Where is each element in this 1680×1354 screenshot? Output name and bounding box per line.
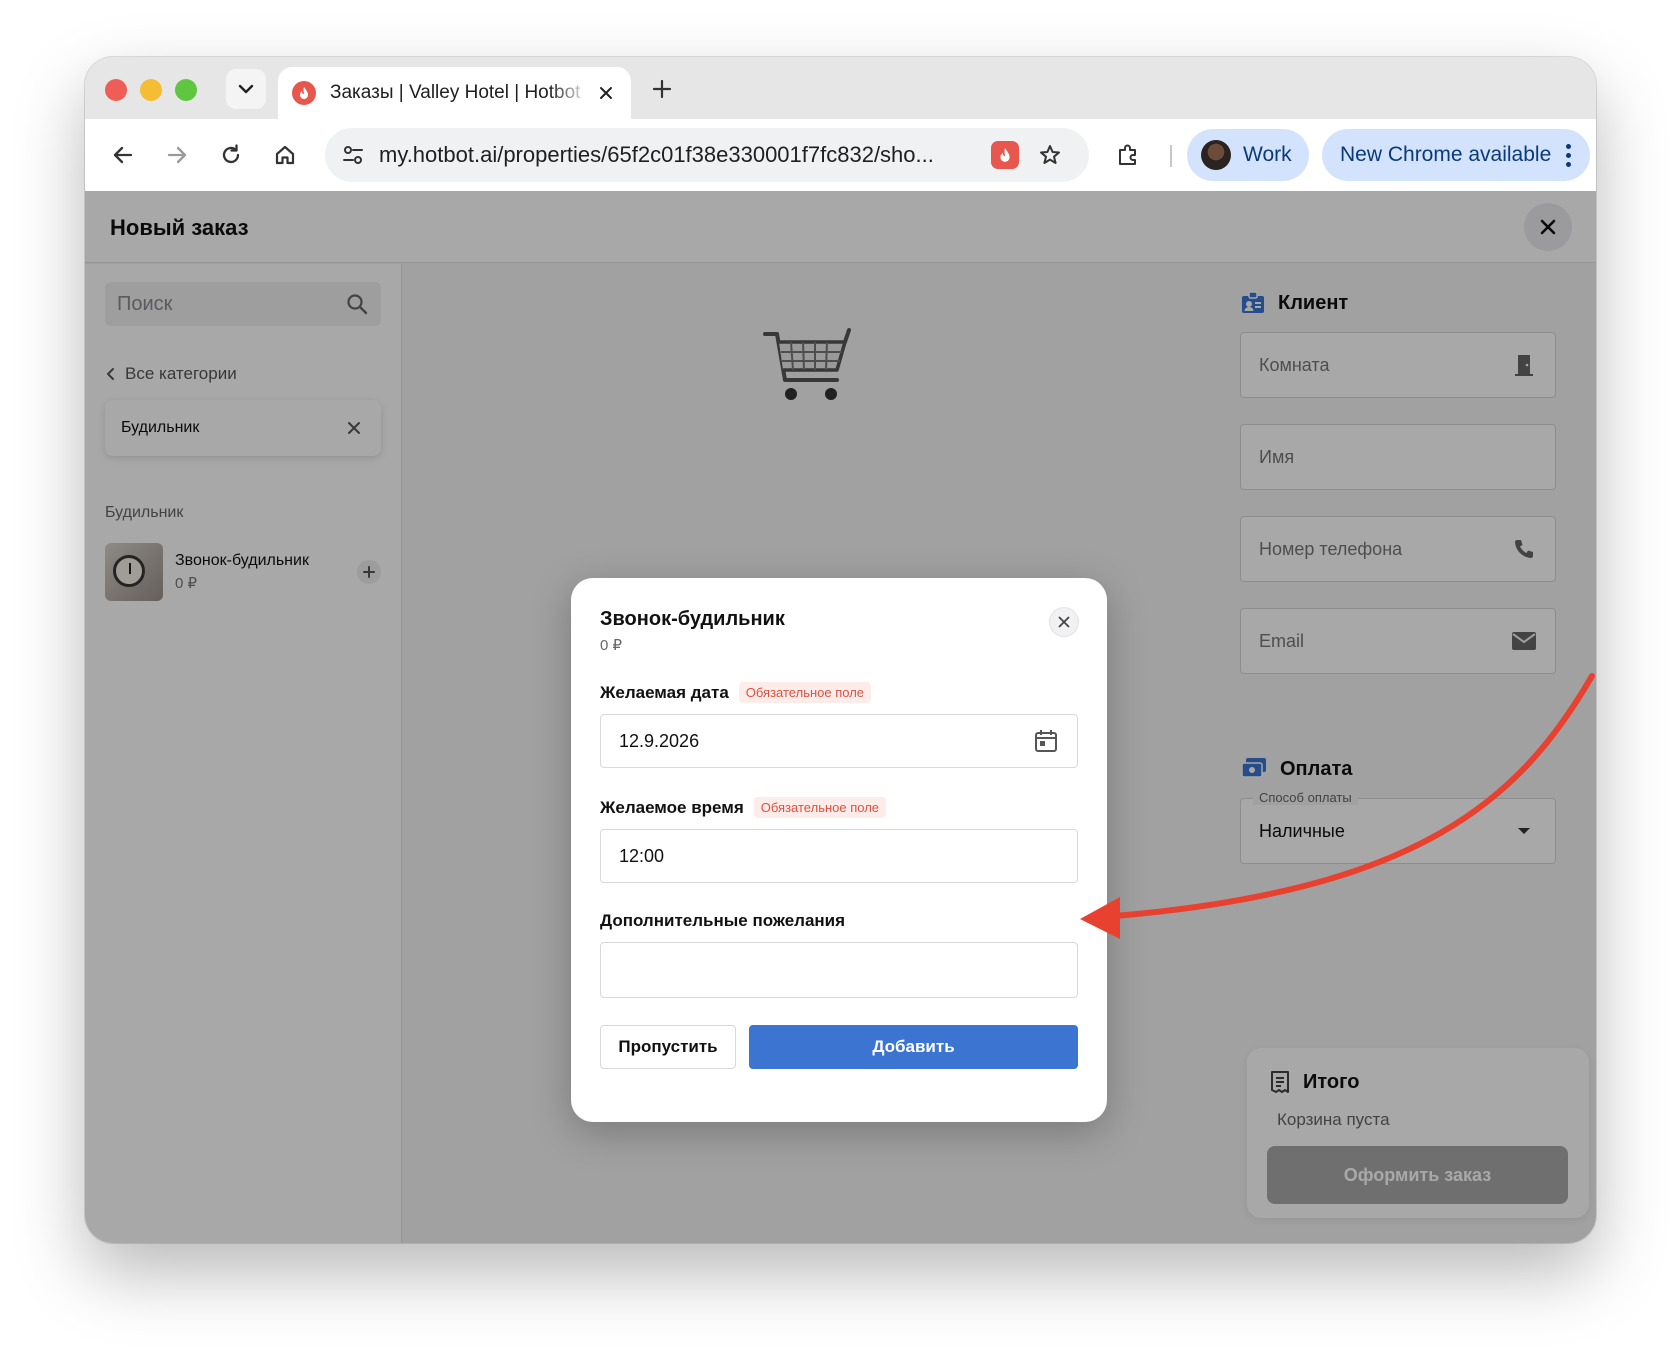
time-label: Желаемое время: [600, 797, 744, 817]
reload-button[interactable]: [211, 135, 251, 175]
tab-close-icon[interactable]: [595, 82, 617, 104]
arrow-right-icon: [167, 146, 187, 164]
forward-button[interactable]: [157, 135, 197, 175]
date-input[interactable]: [619, 730, 999, 752]
active-tab[interactable]: Заказы | Valley Hotel | Hotbot: [278, 67, 631, 119]
skip-button[interactable]: Пропустить: [600, 1025, 736, 1069]
order-page: Новый заказ Все категории Будильник Буди…: [85, 191, 1596, 1243]
url-text: my.hotbot.ai/properties/65f2c01f38e33000…: [379, 142, 934, 167]
modal-title: Звонок-будильник: [600, 608, 785, 630]
time-field[interactable]: [600, 829, 1078, 883]
window-zoom-button[interactable]: [175, 79, 197, 101]
hotbot-favicon-icon: [292, 81, 316, 105]
plus-icon: [652, 79, 672, 99]
tab-title: Заказы | Valley Hotel | Hotbot: [330, 82, 581, 103]
required-badge: Обязательное поле: [738, 682, 872, 703]
reload-icon: [222, 144, 240, 164]
required-badge: Обязательное поле: [753, 797, 887, 818]
more-menu-icon[interactable]: [1564, 143, 1572, 167]
profile-label: Work: [1243, 143, 1292, 166]
notes-field[interactable]: [600, 942, 1078, 998]
new-tab-button[interactable]: [645, 72, 679, 106]
date-label: Желаемая дата: [600, 682, 729, 702]
update-label: New Chrome available: [1340, 143, 1552, 166]
time-input[interactable]: [619, 845, 999, 867]
notes-input[interactable]: [619, 959, 999, 981]
close-icon: [1058, 616, 1070, 628]
calendar-icon[interactable]: [1033, 728, 1059, 754]
hotbot-extension-icon[interactable]: [991, 141, 1019, 169]
modal-close-button[interactable]: [1049, 607, 1079, 637]
home-button[interactable]: [265, 135, 305, 175]
browser-toolbar: my.hotbot.ai/properties/65f2c01f38e33000…: [85, 119, 1596, 191]
modal-price: 0 ₽: [600, 637, 623, 654]
date-field[interactable]: [600, 714, 1078, 768]
window-close-button[interactable]: [105, 79, 127, 101]
extensions-puzzle-icon[interactable]: [1110, 137, 1146, 173]
avatar: [1201, 140, 1231, 170]
product-options-modal: Звонок-будильник 0 ₽ Желаемая дата Обяза…: [571, 578, 1107, 1122]
back-button[interactable]: [103, 135, 143, 175]
home-icon: [275, 145, 295, 165]
notes-label: Дополнительные пожелания: [600, 911, 846, 930]
tab-search-button[interactable]: [226, 69, 266, 109]
window-minimize-button[interactable]: [140, 79, 162, 101]
date-label-row: Желаемая дата Обязательное поле: [600, 682, 872, 703]
chrome-update-button[interactable]: New Chrome available: [1322, 129, 1590, 181]
chevron-down-icon: [238, 84, 254, 94]
bookmark-star-icon[interactable]: [1035, 140, 1065, 170]
address-bar[interactable]: my.hotbot.ai/properties/65f2c01f38e33000…: [325, 128, 1089, 182]
browser-window: Заказы | Valley Hotel | Hotbot my.hotbot…: [85, 57, 1596, 1243]
notes-label-row: Дополнительные пожелания: [600, 911, 845, 931]
time-label-row: Желаемое время Обязательное поле: [600, 797, 887, 818]
toolbar-separator: [1170, 145, 1172, 167]
tab-bar: Заказы | Valley Hotel | Hotbot: [85, 57, 1596, 119]
arrow-left-icon: [113, 146, 133, 164]
profile-button[interactable]: Work: [1187, 129, 1309, 181]
add-button[interactable]: Добавить: [749, 1025, 1078, 1069]
site-settings-icon[interactable]: [337, 139, 369, 171]
